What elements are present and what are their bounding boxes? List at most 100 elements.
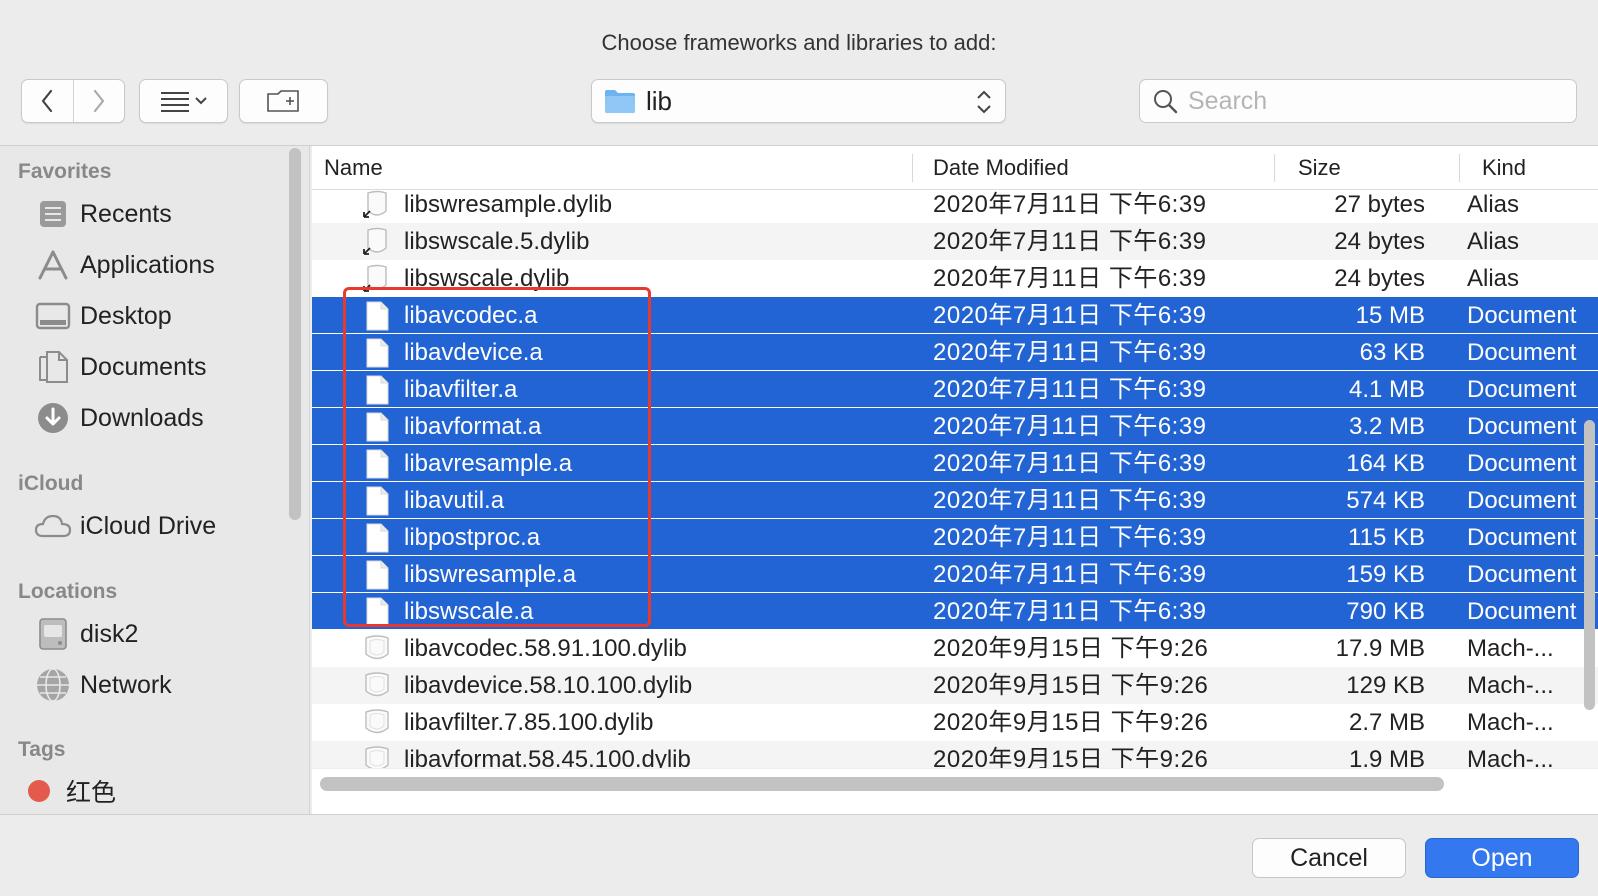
file-row[interactable]: libavutil.a 2020年7月11日 下午6:39 574 KB Docume… — [312, 482, 1598, 519]
new-folder-icon — [266, 90, 299, 112]
file-date-modified: 2020年9月15日 下午9:26 — [933, 672, 1209, 699]
forward-button[interactable] — [72, 80, 124, 122]
sidebar-item-label: Documents — [80, 352, 207, 381]
file-row[interactable]: libavfilter.a 2020年7月11日 下午6:39 4.1 MB Docu… — [312, 371, 1598, 408]
new-folder-button[interactable] — [239, 79, 328, 123]
column-size[interactable]: Size — [1286, 146, 1341, 190]
file-row[interactable]: libavdevice.a 2020年7月11日 下午6:39 63 KB Docum… — [312, 334, 1598, 371]
file-row[interactable]: libavformat.a 2020年7月11日 下午6:39 3.2 MB Docu… — [312, 408, 1598, 445]
file-row[interactable]: libavresample.a 2020年7月11日 下午6:39 164 KB Do… — [312, 445, 1598, 482]
cancel-button[interactable]: Cancel — [1252, 838, 1406, 878]
document-file-icon — [362, 522, 392, 554]
recents-icon — [34, 196, 72, 232]
file-size: 24 bytes — [1334, 228, 1425, 255]
search-field[interactable] — [1139, 79, 1577, 123]
file-date-modified: 2020年7月11日 下午6:39 — [933, 191, 1207, 218]
footer-divider — [0, 814, 1598, 815]
location-label: lib — [646, 85, 673, 116]
file-kind: Document — [1467, 376, 1577, 403]
file-row[interactable]: libswresample.dylib 2020年7月11日 下午6:39 27 b… — [312, 186, 1598, 223]
downloads-icon — [34, 400, 72, 436]
favorites-heading: Favorites — [18, 160, 112, 183]
file-size: 159 KB — [1346, 561, 1425, 588]
sidebar-item-disk2[interactable]: disk2 — [34, 614, 138, 654]
file-kind: Document — [1467, 339, 1577, 366]
file-date-modified: 2020年9月15日 下午9:26 — [933, 635, 1209, 662]
back-button[interactable] — [22, 80, 73, 122]
sidebar-item-applications[interactable]: Applications — [34, 245, 215, 285]
sidebar-item-downloads[interactable]: Downloads — [34, 398, 204, 438]
file-kind: Document — [1467, 302, 1577, 329]
file-size: 27 bytes — [1334, 191, 1425, 218]
alias-file-icon — [362, 263, 392, 295]
file-date-modified: 2020年7月11日 下午6:39 — [933, 561, 1207, 588]
applications-icon — [34, 247, 72, 283]
sidebar-item-desktop[interactable]: Desktop — [34, 296, 172, 336]
sidebar-item-network[interactable]: Network — [34, 665, 172, 705]
column-divider — [912, 154, 913, 182]
list-horizontal-scrollbar[interactable] — [320, 777, 1444, 791]
file-date-modified: 2020年7月11日 下午6:39 — [933, 598, 1207, 625]
file-row[interactable]: libswscale.dylib 2020年7月11日 下午6:39 24 byte… — [312, 260, 1598, 297]
document-file-icon — [362, 300, 392, 332]
locations-heading: Locations — [18, 580, 118, 603]
file-kind: Document — [1467, 450, 1577, 477]
file-row[interactable]: libswresample.a 2020年7月11日 下午6:39 159 KB Do… — [312, 556, 1598, 593]
file-kind: Document — [1467, 413, 1577, 440]
nav-buttons — [21, 79, 125, 123]
file-date-modified: 2020年7月11日 下午6:39 — [933, 339, 1207, 366]
executable-file-icon — [362, 670, 392, 702]
executable-file-icon — [362, 633, 392, 665]
sidebar-item-icloud-drive[interactable]: iCloud Drive — [34, 506, 216, 546]
file-size: 4.1 MB — [1348, 376, 1425, 403]
sidebar-item-documents[interactable]: Documents — [34, 347, 206, 387]
file-row[interactable]: libswscale.a 2020年7月11日 下午6:39 790 KB Docum… — [312, 593, 1598, 630]
file-name: libavcodec.a — [404, 302, 538, 329]
file-date-modified: 2020年7月11日 下午6:39 — [933, 524, 1207, 551]
file-size: 15 MB — [1355, 302, 1425, 329]
sidebar-item-recents[interactable]: Recents — [34, 194, 172, 234]
search-input[interactable] — [1188, 86, 1568, 116]
folder-icon — [605, 90, 635, 113]
file-size: 129 KB — [1346, 672, 1425, 699]
up-down-arrows-icon — [977, 90, 991, 114]
column-header: Name Date Modified Size Kind — [312, 146, 1598, 190]
file-row[interactable]: libavcodec.58.91.100.dylib 2020年9月15日 下午9… — [312, 630, 1598, 667]
alias-file-icon — [362, 189, 392, 221]
document-file-icon — [362, 485, 392, 517]
file-kind: Alias — [1467, 228, 1520, 255]
location-popup[interactable]: lib — [591, 79, 1006, 123]
file-name: libavutil.a — [404, 487, 505, 514]
column-divider — [1274, 154, 1275, 182]
column-name[interactable]: Name — [312, 146, 383, 190]
column-date[interactable]: Date Modified — [921, 146, 1069, 190]
list-view-icon — [160, 92, 207, 112]
sidebar-item-tag-red[interactable]: 红色 — [20, 771, 116, 811]
column-kind[interactable]: Kind — [1470, 146, 1526, 190]
file-size: 24 bytes — [1334, 265, 1425, 292]
file-kind: Document — [1467, 524, 1577, 551]
icloud-heading: iCloud — [18, 472, 84, 495]
tags-heading: Tags — [18, 738, 66, 761]
view-mode-button[interactable] — [139, 79, 228, 123]
file-size: 2.7 MB — [1348, 709, 1425, 736]
file-name: libavresample.a — [404, 450, 573, 477]
list-vertical-scrollbar[interactable] — [1584, 420, 1595, 710]
file-kind: Document — [1467, 598, 1577, 625]
file-list: Name Date Modified Size Kind libswresamp… — [312, 146, 1598, 814]
sidebar: Favorites Recents Applications Desktop D… — [0, 146, 310, 814]
file-name: libavcodec.58.91.100.dylib — [404, 635, 687, 662]
file-row[interactable]: libavdevice.58.10.100.dylib 2020年9月15日 下午… — [312, 667, 1598, 704]
file-kind: Alias — [1467, 191, 1520, 218]
tag-color-dot — [28, 780, 50, 802]
sidebar-scrollbar[interactable] — [289, 148, 301, 520]
cloud-icon — [34, 508, 72, 544]
file-name: libswscale.dylib — [404, 265, 570, 292]
file-row[interactable]: libpostproc.a 2020年7月11日 下午6:39 115 KB Docu… — [312, 519, 1598, 556]
file-row[interactable]: libavfilter.7.85.100.dylib 2020年9月15日 下午9… — [312, 704, 1598, 741]
open-button[interactable]: Open — [1425, 838, 1579, 878]
file-row[interactable]: libswscale.5.dylib 2020年7月11日 下午6:39 24 by… — [312, 223, 1598, 260]
file-name: libavfilter.a — [404, 376, 518, 403]
file-name: libavfilter.7.85.100.dylib — [404, 709, 654, 736]
file-row[interactable]: libavcodec.a 2020年7月11日 下午6:39 15 MB Docume… — [312, 297, 1598, 334]
